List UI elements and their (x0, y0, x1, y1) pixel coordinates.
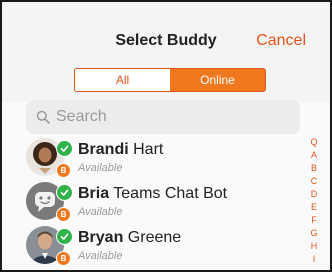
presence-status: Available (78, 250, 123, 262)
online-check-icon (56, 184, 73, 201)
buddy-last-name: Greene (123, 229, 182, 246)
filter-segmented-control: All Online (74, 68, 266, 92)
index-letter[interactable]: D (311, 188, 318, 201)
index-letter[interactable]: B (311, 162, 317, 175)
index-letter[interactable]: I (313, 253, 316, 266)
buddy-row-bryan[interactable]: B Bryan Greene Available (26, 226, 302, 266)
cancel-button[interactable]: Cancel (256, 32, 306, 50)
index-letter[interactable]: Q (310, 136, 317, 149)
avatar: B (26, 138, 73, 178)
index-letter[interactable]: E (311, 201, 317, 214)
buddy-last-name: Hart (128, 141, 164, 158)
buddy-last-name: Teams Chat Bot (109, 185, 228, 202)
segment-all[interactable]: All (75, 69, 170, 91)
presence-status: Available (78, 206, 123, 218)
online-check-icon (56, 228, 73, 245)
buddy-row-brandi[interactable]: B Brandi Hart Available (26, 138, 302, 178)
buddy-name: Bria Teams Chat Bot (78, 185, 227, 203)
buddy-row-bria-bot[interactable]: B Bria Teams Chat Bot Available (26, 182, 302, 222)
bria-badge-icon: B (56, 207, 71, 222)
presence-status: Available (78, 162, 123, 174)
index-letter[interactable]: H (311, 240, 318, 253)
buddy-name: Brandi Hart (78, 141, 163, 159)
bria-badge-icon: B (56, 251, 71, 266)
buddy-name: Bryan Greene (78, 229, 181, 247)
search-bar[interactable] (26, 100, 300, 134)
buddy-first-name: Bria (78, 185, 110, 202)
search-input[interactable] (56, 108, 276, 126)
buddy-first-name: Brandi (78, 141, 129, 158)
alphabet-index[interactable]: Q A B C D E F G H I (306, 136, 322, 266)
online-check-icon (56, 140, 73, 157)
index-letter[interactable]: A (311, 149, 317, 162)
app-frame: Select Buddy Cancel All Online Search B … (0, 0, 332, 272)
avatar: B (26, 182, 73, 222)
buddy-first-name: Bryan (78, 229, 124, 246)
index-letter[interactable]: C (311, 175, 318, 188)
bria-badge-icon: B (56, 163, 71, 178)
index-letter[interactable]: F (311, 214, 317, 227)
search-icon (36, 110, 50, 124)
avatar: B (26, 226, 73, 266)
segment-online[interactable]: Online (170, 69, 265, 91)
index-letter[interactable]: G (310, 227, 317, 240)
